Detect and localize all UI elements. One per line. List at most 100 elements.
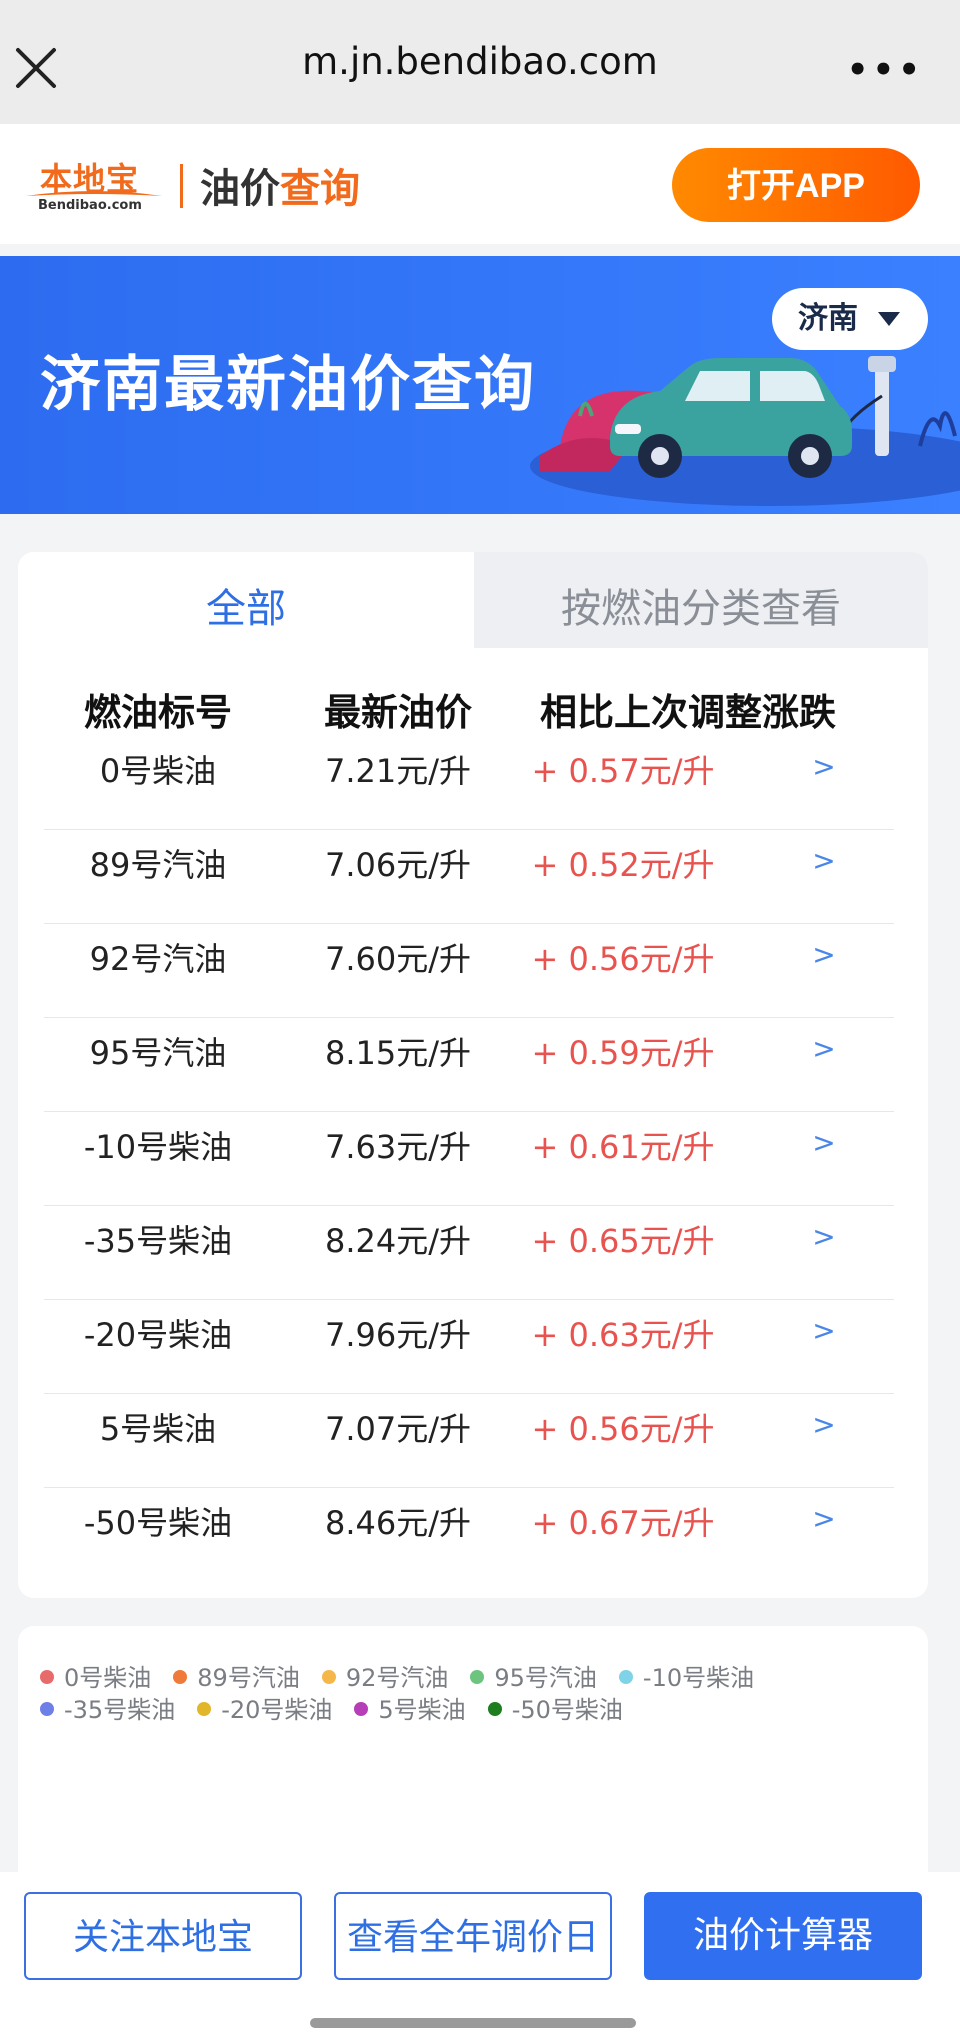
legend-item[interactable]: -20号柴油	[197, 1694, 332, 1726]
legend-label: 0号柴油	[64, 1664, 152, 1692]
legend-item[interactable]: -35号柴油	[40, 1694, 175, 1726]
chevron-right-icon[interactable]: >	[804, 1126, 844, 1159]
table-row[interactable]: 0号柴油 7.21元/升 + 0.57元/升 >	[44, 736, 894, 830]
price-change: + 0.61元/升	[531, 1128, 715, 1166]
chevron-right-icon[interactable]: >	[804, 1502, 844, 1535]
fuel-name: 0号柴油	[99, 752, 217, 790]
legend-dot-icon	[173, 1670, 188, 1684]
legend-item[interactable]: 89号汽油	[173, 1662, 300, 1694]
legend-label: -35号柴油	[64, 1696, 176, 1724]
tab-by-category[interactable]: 按燃油分类查看	[474, 576, 928, 634]
legend-item[interactable]: 95号汽油	[470, 1662, 597, 1694]
fuel-price: 7.63元/升	[324, 1128, 472, 1166]
tab-all[interactable]: 全部	[18, 576, 474, 634]
fuel-name: 89号汽油	[89, 846, 227, 884]
legend-label: -50号柴油	[511, 1696, 623, 1724]
table-row[interactable]: -35号柴油 8.24元/升 + 0.65元/升 >	[44, 1206, 894, 1300]
header-fuel: 燃油标号	[84, 691, 232, 734]
price-change: + 0.52元/升	[531, 846, 715, 884]
header-price: 最新油价	[324, 691, 472, 734]
site-logo[interactable]: 本地宝 Bendibao.com	[24, 154, 164, 216]
title-part-2: 查询	[280, 166, 360, 212]
fuel-name: -10号柴油	[83, 1128, 233, 1166]
banner-title: 济南最新油价查询	[40, 350, 536, 420]
fuel-calculator-button[interactable]: 油价计算器	[644, 1892, 922, 1980]
legend-label: -10号柴油	[642, 1664, 755, 1692]
price-change: + 0.57元/升	[531, 752, 715, 790]
legend-dot-icon	[197, 1702, 212, 1716]
legend-item[interactable]: 0号柴油	[40, 1662, 151, 1694]
legend-dot-icon	[321, 1670, 336, 1684]
fuel-price: 7.06元/升	[324, 846, 472, 884]
legend-dot-icon	[354, 1702, 369, 1716]
table-row[interactable]: 5号柴油 7.07元/升 + 0.56元/升 >	[44, 1394, 894, 1488]
price-change: + 0.59元/升	[531, 1034, 715, 1072]
legend-item[interactable]: -10号柴油	[618, 1662, 755, 1694]
page-title: 油价查询	[200, 156, 360, 214]
table-row[interactable]: -50号柴油 8.46元/升 + 0.67元/升 >	[44, 1488, 894, 1581]
legend-label: 95号汽油	[494, 1664, 597, 1692]
home-indicator[interactable]	[310, 2018, 636, 2028]
fuel-name: 5号柴油	[99, 1410, 217, 1448]
more-icon[interactable]: •••	[847, 50, 924, 90]
chevron-right-icon[interactable]: >	[804, 938, 844, 971]
browser-url-bar: m.jn.bendibao.com •••	[0, 0, 960, 124]
header-change: 相比上次调整涨跌	[540, 691, 836, 734]
caret-down-icon	[878, 312, 900, 326]
url-text[interactable]: m.jn.bendibao.com	[0, 40, 960, 83]
legend-dot-icon	[487, 1702, 502, 1716]
fuel-name: -20号柴油	[83, 1316, 233, 1354]
header-divider	[180, 164, 183, 208]
fuel-price: 8.15元/升	[324, 1034, 472, 1072]
chevron-right-icon[interactable]: >	[804, 1220, 844, 1253]
fuel-price: 8.24元/升	[324, 1222, 472, 1260]
legend-label: -20号柴油	[221, 1696, 333, 1724]
chart-legend-card: 0号柴油 89号汽油 92号汽油 95号汽油 -10号柴油 -35号柴油 -20号柴油 5号柴…	[18, 1626, 928, 1886]
fuel-name: 95号汽油	[89, 1034, 227, 1072]
site-header: 本地宝 Bendibao.com 油价查询 打开APP	[0, 124, 960, 244]
price-change: + 0.67元/升	[531, 1504, 715, 1542]
price-change: + 0.56元/升	[531, 1410, 715, 1448]
price-table: 0号柴油 7.21元/升 + 0.57元/升 > 89号汽油 7.06元/升 +…	[44, 736, 894, 1581]
price-change: + 0.65元/升	[531, 1222, 715, 1260]
fuel-name: -50号柴油	[83, 1504, 233, 1542]
fuel-name: 92号汽油	[89, 940, 227, 978]
table-row[interactable]: 92号汽油 7.60元/升 + 0.56元/升 >	[44, 924, 894, 1018]
fuel-price: 7.21元/升	[324, 752, 472, 790]
price-calendar-button[interactable]: 查看全年调价日	[334, 1892, 612, 1980]
chevron-right-icon[interactable]: >	[804, 1408, 844, 1441]
legend-label: 89号汽油	[197, 1664, 300, 1692]
legend-dot-icon	[618, 1670, 633, 1684]
bottom-action-bar: 关注本地宝 查看全年调价日 油价计算器	[0, 1872, 960, 2038]
legend-label: 5号柴油	[378, 1696, 466, 1724]
open-app-button[interactable]: 打开APP	[672, 148, 920, 222]
legend-dot-icon	[40, 1702, 54, 1716]
follow-button[interactable]: 关注本地宝	[24, 1892, 302, 1980]
chart-legend: 0号柴油 89号汽油 92号汽油 95号汽油 -10号柴油 -35号柴油 -20号柴油 5号柴…	[40, 1662, 920, 1726]
legend-item[interactable]: 92号汽油	[321, 1662, 449, 1694]
city-select[interactable]: 济南	[772, 288, 928, 350]
chevron-right-icon[interactable]: >	[804, 1032, 844, 1065]
price-change: + 0.56元/升	[531, 940, 715, 978]
chevron-right-icon[interactable]: >	[804, 844, 844, 877]
price-card: 全部 按燃油分类查看 燃油标号 最新油价 相比上次调整涨跌 0号柴油 7.21元…	[18, 552, 928, 1598]
legend-item[interactable]: 5号柴油	[354, 1694, 466, 1726]
city-select-value: 济南	[798, 301, 858, 336]
table-row[interactable]: -10号柴油 7.63元/升 + 0.61元/升 >	[44, 1112, 894, 1206]
fuel-price: 7.96元/升	[324, 1316, 472, 1354]
chevron-right-icon[interactable]: >	[804, 750, 844, 783]
table-row[interactable]: -20号柴油 7.96元/升 + 0.63元/升 >	[44, 1300, 894, 1394]
price-change: + 0.63元/升	[531, 1316, 715, 1354]
title-part-1: 油价	[200, 166, 280, 212]
table-row[interactable]: 89号汽油 7.06元/升 + 0.52元/升 >	[44, 830, 894, 924]
logo-en: Bendibao.com	[38, 198, 142, 213]
fuel-price: 7.60元/升	[324, 940, 472, 978]
table-row[interactable]: 95号汽油 8.15元/升 + 0.59元/升 >	[44, 1018, 894, 1112]
legend-dot-icon	[470, 1670, 485, 1684]
fuel-name: -35号柴油	[83, 1222, 233, 1260]
legend-item[interactable]: -50号柴油	[487, 1694, 623, 1726]
legend-dot-icon	[40, 1670, 54, 1684]
fuel-price: 7.07元/升	[324, 1410, 472, 1448]
chevron-right-icon[interactable]: >	[804, 1314, 844, 1347]
legend-label: 92号汽油	[345, 1664, 449, 1692]
